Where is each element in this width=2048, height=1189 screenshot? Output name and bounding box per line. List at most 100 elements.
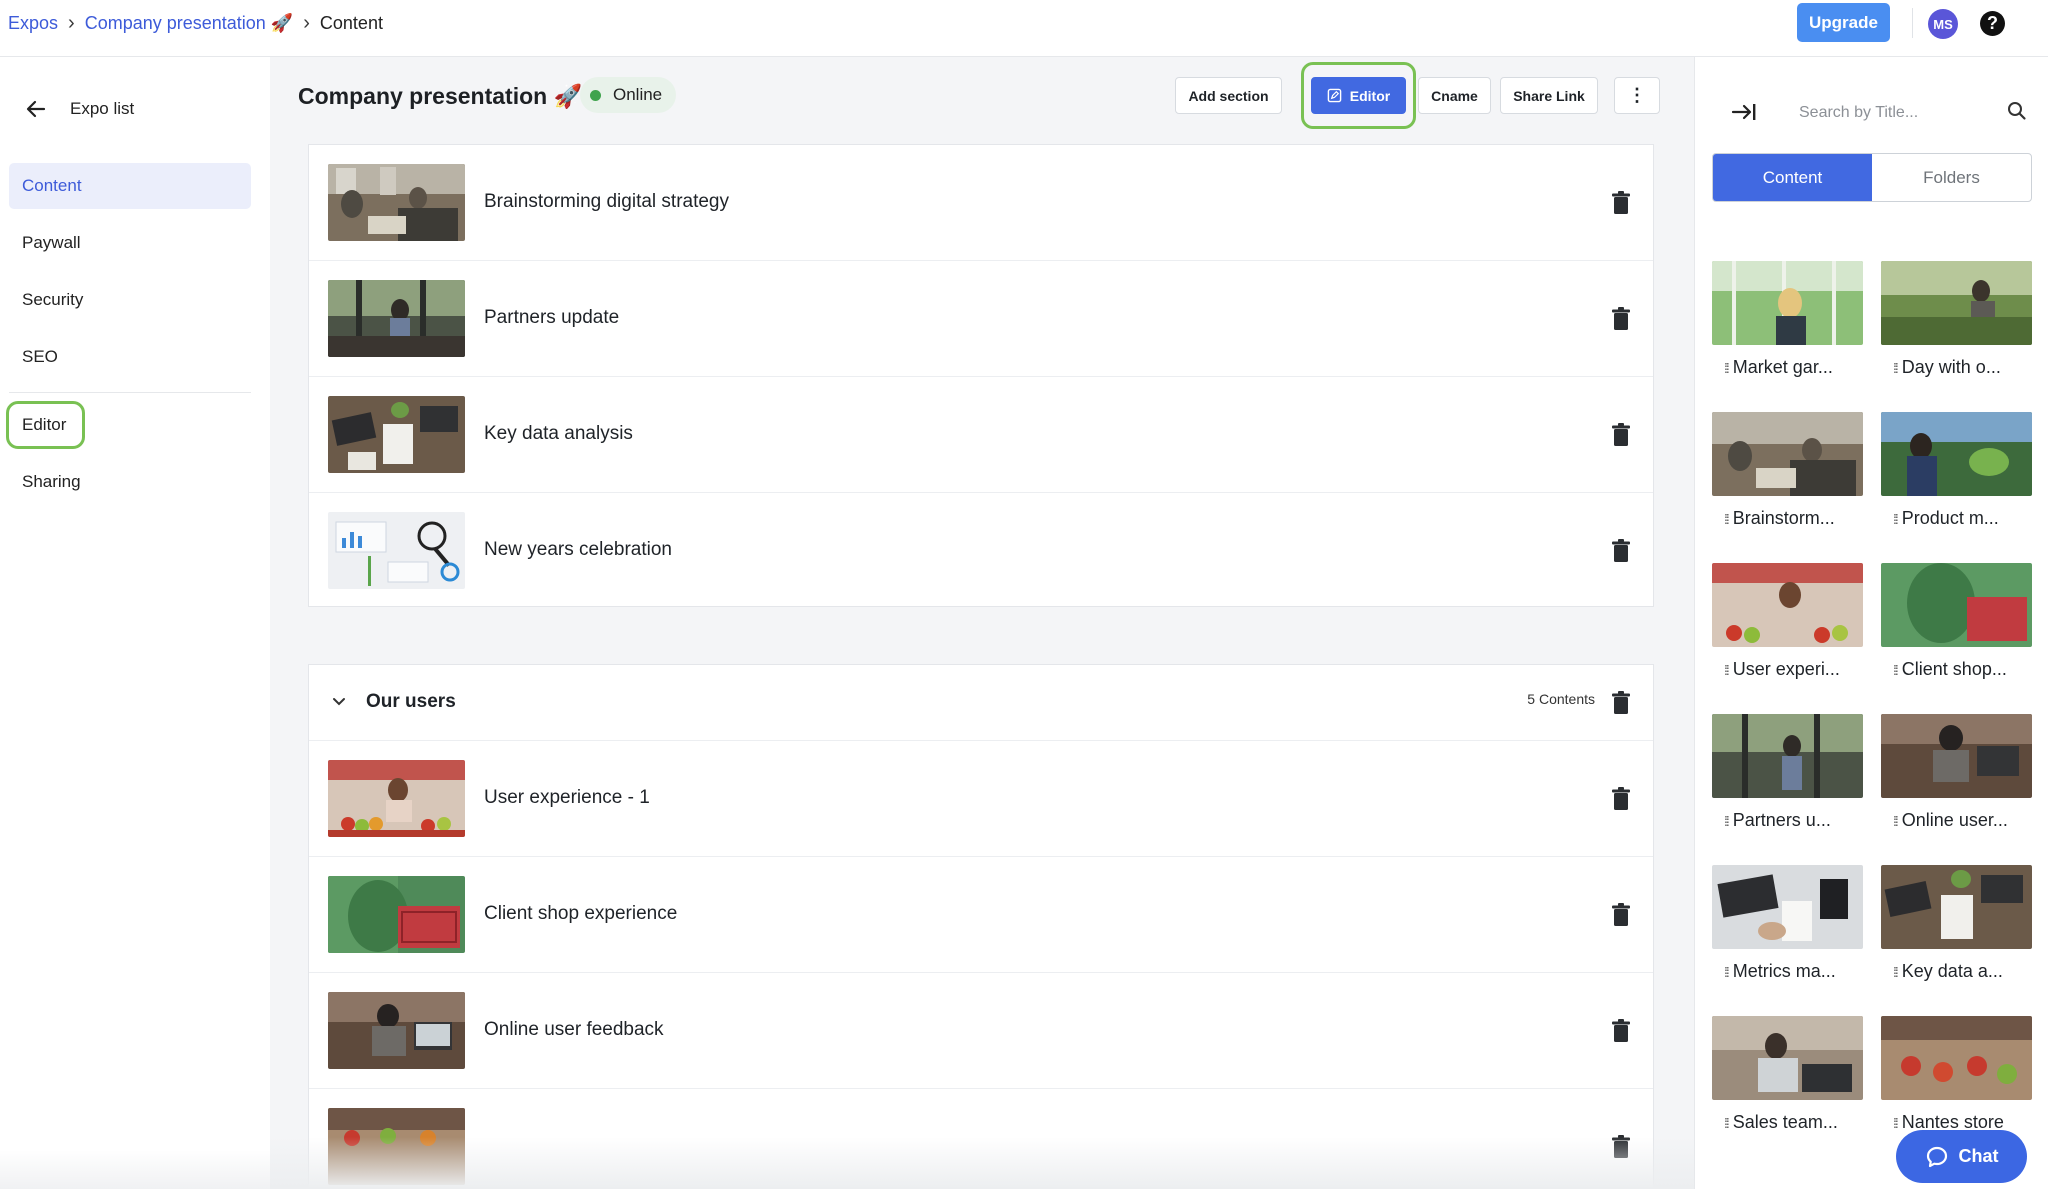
add-section-button[interactable]: Add section [1175,77,1282,114]
library-card[interactable]: ⁞⁞ Nantes store [1881,1016,2032,1133]
chevron-down-icon[interactable] [331,693,347,714]
card-thumbnail [1712,1016,1863,1100]
chat-bubble-icon [1926,1146,1947,1167]
drag-handle-icon[interactable]: ⁞⁞ [1724,964,1730,980]
back-to-expo-list[interactable]: Expo list [24,97,134,121]
breadcrumb-presentation[interactable]: Company presentation 🚀 [85,13,294,34]
list-item[interactable]: User experience - 1 [309,741,1653,857]
card-label: ⁞⁞ Market gar... [1724,357,1833,377]
sidebar: Expo list Content Paywall Security SEO E… [0,57,270,1189]
card-label: ⁞⁞ User experi... [1724,659,1840,679]
drag-handle-icon[interactable]: ⁞⁞ [1724,360,1730,376]
card-label: ⁞⁞ Brainstorm... [1724,508,1835,528]
library-card[interactable]: ⁞⁞ Partners u... [1712,714,1863,831]
content-library-panel: Content Folders ⁞⁞Market gar... ⁞⁞Day wi… [1694,57,2048,1189]
help-icon[interactable]: ? [1980,11,2005,36]
collapse-panel-icon[interactable] [1731,101,1757,128]
content-title: New years celebration [484,539,672,560]
page-title: Company presentation 🚀 [298,83,583,109]
card-thumbnail [1712,714,1863,798]
sidebar-item-security[interactable]: Security [9,277,251,323]
sidebar-item-content[interactable]: Content [9,163,251,209]
drag-handle-icon[interactable]: ⁞⁞ [1893,964,1899,980]
trash-icon[interactable] [1611,307,1631,336]
sidebar-item-paywall[interactable]: Paywall [9,220,251,266]
library-card[interactable]: ⁞⁞ Client shop... [1881,563,2032,680]
card-thumbnail [1881,412,2032,496]
tab-folders[interactable]: Folders [1872,154,2031,201]
drag-handle-icon[interactable]: ⁞⁞ [1724,813,1730,829]
drag-handle-icon[interactable]: ⁞⁞ [1893,813,1899,829]
list-item[interactable]: Online user feedback [309,973,1653,1089]
sidebar-item-seo[interactable]: SEO [9,334,251,380]
trash-icon[interactable] [1611,903,1631,932]
editor-button-label: Editor [1349,87,1391,104]
search-box [1797,97,2027,129]
upgrade-button[interactable]: Upgrade [1797,3,1890,42]
avatar[interactable]: MS [1928,9,1958,39]
tab-content[interactable]: Content [1713,154,1872,201]
status-badge: Online [580,77,677,113]
library-card[interactable]: ⁞⁞ Brainstorm... [1712,412,1863,529]
library-card[interactable]: ⁞⁞ User experi... [1712,563,1863,680]
card-thumbnail [1881,1016,2032,1100]
editor-button[interactable]: Editor [1311,77,1406,114]
library-card[interactable]: ⁞⁞ Metrics ma... [1712,865,1863,982]
drag-handle-icon[interactable]: ⁞⁞ [1893,662,1899,678]
trash-icon[interactable] [1611,539,1631,568]
breadcrumb-current: Content [319,13,383,33]
library-card[interactable]: ⁞⁞ Product m... [1881,412,2032,529]
content-thumbnail [328,280,465,357]
fade-overlay [0,1150,270,1189]
library-card[interactable]: ⁞⁞ Day with o... [1881,261,2032,378]
drag-handle-icon[interactable]: ⁞⁞ [1893,511,1899,527]
content-title: Client shop experience [484,903,678,924]
chevron-right-icon: › [303,12,310,34]
chat-button[interactable]: Chat [1896,1130,2027,1183]
card-thumbnail [1881,714,2032,798]
search-icon[interactable] [2007,101,2027,126]
share-link-button[interactable]: Share Link [1500,77,1598,114]
content-thumbnail [328,512,465,589]
sidebar-item-sharing[interactable]: Sharing [9,459,251,505]
trash-icon[interactable] [1611,191,1631,220]
card-label: ⁞⁞ Metrics ma... [1724,961,1836,981]
chat-label: Chat [1958,1146,1999,1166]
drag-handle-icon[interactable]: ⁞⁞ [1724,1115,1730,1131]
content-list: Brainstorming digital strategy Partners … [308,144,1654,607]
trash-icon[interactable] [1611,787,1631,816]
cname-button[interactable]: Cname [1418,77,1491,114]
card-label: ⁞⁞ Partners u... [1724,810,1831,830]
card-label: ⁞⁞ Key data a... [1893,961,2003,981]
library-card[interactable]: ⁞⁞ Online user... [1881,714,2032,831]
more-options-button[interactable]: ⋮ [1614,77,1660,114]
list-item[interactable]: Partners update [309,261,1653,377]
breadcrumb-expos[interactable]: Expos [8,13,58,34]
section-header[interactable]: Our users 5 Contents [309,665,1653,741]
content-thumbnail [328,396,465,473]
card-thumbnail [1881,563,2032,647]
list-item[interactable]: New years celebration [309,493,1653,609]
card-thumbnail [1712,563,1863,647]
library-card[interactable]: ⁞⁞ Market gar... [1712,261,1863,378]
library-card[interactable]: ⁞⁞ Sales team... [1712,1016,1863,1133]
trash-icon[interactable] [1611,423,1631,452]
drag-handle-icon[interactable]: ⁞⁞ [1893,360,1899,376]
top-bar: Expos › Company presentation 🚀 › Content… [0,0,2048,57]
card-label: ⁞⁞ Day with o... [1893,357,2001,377]
chevron-right-icon: › [68,12,75,34]
list-item[interactable]: Brainstorming digital strategy [309,145,1653,261]
search-input[interactable] [1797,97,1996,129]
content-title: Key data analysis [484,423,633,444]
section-count: 5 Contents [1527,691,1595,707]
drag-handle-icon[interactable]: ⁞⁞ [1724,662,1730,678]
drag-handle-icon[interactable]: ⁞⁞ [1724,511,1730,527]
library-card[interactable]: ⁞⁞ Key data a... [1881,865,2032,982]
list-item[interactable]: Key data analysis [309,377,1653,493]
trash-icon[interactable] [1611,1019,1631,1048]
section-our-users: Our users 5 Contents User experience - 1… [308,664,1654,1189]
drag-handle-icon[interactable]: ⁞⁞ [1893,1115,1899,1131]
content-thumbnail [328,992,465,1069]
trash-icon[interactable] [1611,691,1631,720]
list-item[interactable]: Client shop experience [309,857,1653,973]
